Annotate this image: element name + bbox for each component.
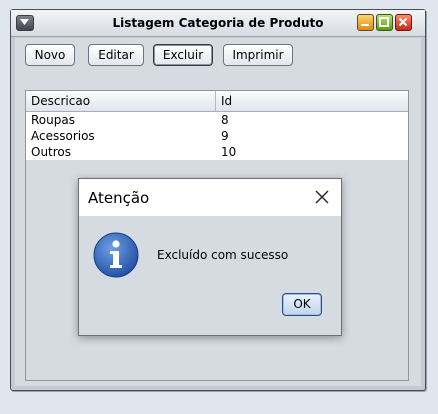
dialog-title: Atenção — [88, 189, 150, 207]
dialog-titlebar[interactable]: Atenção — [79, 179, 341, 216]
cell-descricao: Outros — [31, 145, 72, 159]
table-row[interactable]: Roupas 8 — [26, 112, 408, 128]
cell-id: 10 — [221, 145, 237, 159]
window-titlebar[interactable]: Listagem Categoria de Produto — [11, 10, 425, 37]
table-header: Descricao Id — [26, 91, 408, 112]
window-title: Listagem Categoria de Produto — [112, 16, 324, 30]
cell-descricao: Acessorios — [31, 129, 95, 143]
dialog-close-icon[interactable] — [315, 190, 329, 204]
table-body: Roupas 8 Acessorios 9 Outros 10 — [26, 112, 408, 160]
dialog-message: Excluído com sucesso — [157, 248, 289, 262]
message-dialog: Atenção Excluído com sucesso OK — [78, 178, 342, 336]
system-menu-icon[interactable] — [16, 15, 34, 31]
maximize-button[interactable] — [376, 14, 393, 31]
editar-button[interactable]: Editar — [88, 44, 144, 66]
minimize-button[interactable] — [357, 14, 374, 31]
excluir-button[interactable]: Excluir — [153, 44, 213, 66]
column-header-id[interactable]: Id — [216, 91, 408, 111]
cell-id: 9 — [221, 129, 229, 143]
column-header-descricao[interactable]: Descricao — [26, 91, 216, 111]
close-button[interactable] — [395, 14, 412, 31]
cell-id: 8 — [221, 113, 229, 127]
imprimir-button[interactable]: Imprimir — [223, 44, 293, 66]
novo-button[interactable]: Novo — [25, 44, 75, 66]
cell-descricao: Roupas — [31, 113, 75, 127]
ok-button[interactable]: OK — [282, 293, 322, 316]
info-icon — [93, 232, 139, 278]
table-row[interactable]: Acessorios 9 — [26, 128, 408, 144]
table-row[interactable]: Outros 10 — [26, 144, 408, 160]
